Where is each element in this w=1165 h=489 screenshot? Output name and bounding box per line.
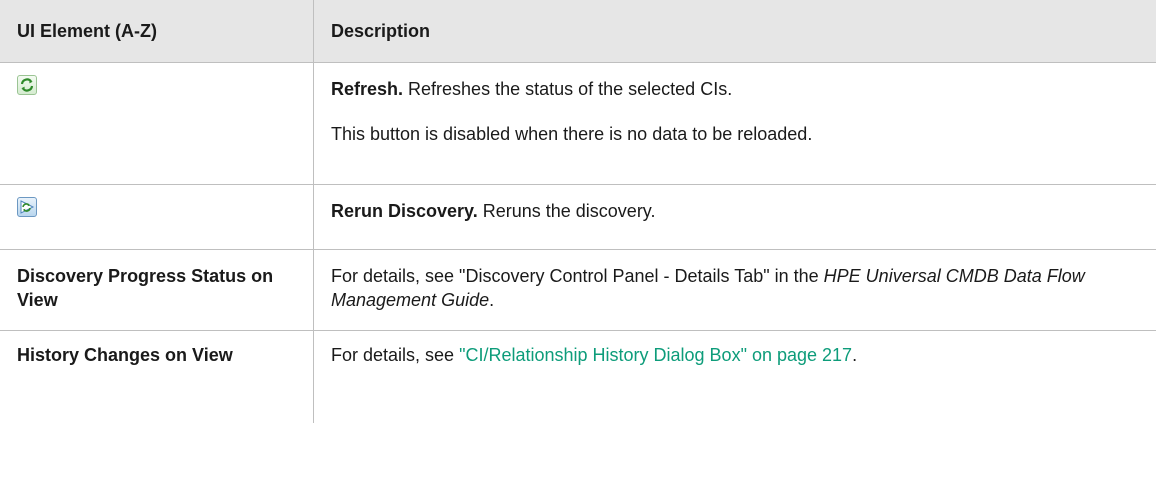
description-text: For details, see	[331, 345, 460, 365]
ui-element-cell: History Changes on View	[0, 330, 314, 423]
rerun-discovery-icon	[17, 197, 37, 217]
description-cell: For details, see "CI/Relationship Histor…	[313, 330, 1156, 423]
table-row-rerun-discovery: Rerun Discovery. Reruns the discovery.	[0, 184, 1156, 250]
table-row-refresh: Refresh. Refreshes the status of the sel…	[0, 62, 1156, 185]
description-cell: For details, see "Discovery Control Pane…	[313, 249, 1156, 331]
table-row-history-changes: History Changes on View For details, see…	[0, 330, 1156, 423]
refresh-note: This button is disabled when there is no…	[331, 124, 813, 144]
ui-element-name: History Changes on View	[17, 345, 233, 365]
term-label: Refresh.	[331, 79, 404, 99]
description-end: .	[852, 345, 858, 365]
ui-elements-table: UI Element (A-Z) Description Refresh. Re…	[0, 0, 1156, 423]
column-header-ui-element: UI Element (A-Z)	[0, 0, 314, 63]
description-cell: Refresh. Refreshes the status of the sel…	[313, 62, 1156, 185]
cross-reference-link[interactable]: "CI/Relationship History Dialog Box" on …	[459, 345, 852, 365]
refresh-icon	[17, 75, 37, 95]
ui-element-name: Discovery Progress Status on View	[17, 266, 274, 310]
term-label: Rerun Discovery.	[331, 201, 478, 221]
ui-element-cell: Discovery Progress Status on View	[0, 249, 314, 331]
description-text: Reruns the discovery.	[477, 201, 656, 221]
table-row-discovery-progress: Discovery Progress Status on View For de…	[0, 249, 1156, 331]
column-header-description: Description	[313, 0, 1156, 63]
table-header-row: UI Element (A-Z) Description	[0, 0, 1156, 63]
rerun-description: Rerun Discovery. Reruns the discovery.	[331, 199, 1139, 223]
refresh-description: Refresh. Refreshes the status of the sel…	[331, 77, 1139, 101]
ui-element-cell	[0, 62, 314, 185]
ui-element-cell	[0, 184, 314, 250]
description-cell: Rerun Discovery. Reruns the discovery.	[313, 184, 1156, 250]
description-end: .	[489, 290, 495, 310]
description-text: For details, see "Discovery Control Pane…	[331, 266, 824, 286]
description-text: Refreshes the status of the selected CIs…	[403, 79, 733, 99]
